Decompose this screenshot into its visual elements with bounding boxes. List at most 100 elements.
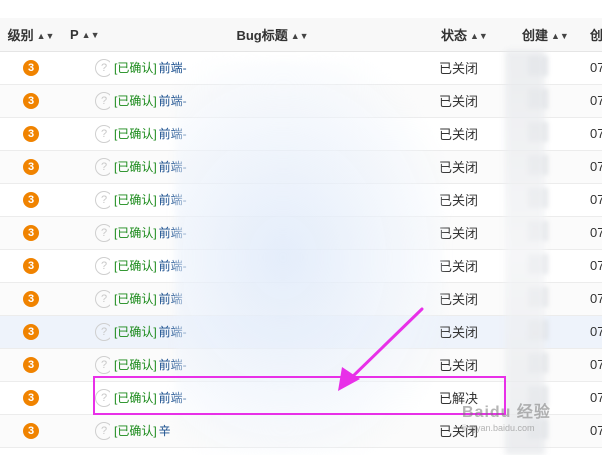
column-header-title-label: Bug标题 [236, 27, 288, 43]
status-cell: 已关闭 [435, 183, 516, 217]
table-row[interactable]: 3?[已确认]辛已关闭07-28 [0, 414, 602, 448]
column-header-status[interactable]: 状态 ▲▼ [435, 18, 516, 52]
sort-arrows-icon[interactable]: ▲▼ [82, 30, 100, 40]
creator-redacted [528, 419, 548, 439]
bug-title-link[interactable]: 前端- [159, 391, 187, 405]
table-row[interactable]: 3?[已确认]前端-已关闭07-31 [0, 117, 602, 151]
column-header-date[interactable]: 创建日 [584, 18, 602, 52]
level-cell: 3 [0, 117, 62, 151]
creator-redacted [528, 89, 548, 109]
title-cell[interactable]: [已确认] 前端- [110, 117, 435, 151]
level-cell: 3 [0, 381, 62, 415]
creator-cell [516, 51, 584, 85]
creator-redacted [528, 353, 548, 373]
column-header-level[interactable]: 级别 ▲▼ [0, 18, 62, 52]
question-icon: ? [95, 388, 110, 407]
question-icon: ? [95, 58, 110, 77]
creator-cell [516, 381, 584, 415]
column-header-title[interactable]: Bug标题 ▲▼ [110, 18, 435, 52]
question-icon: ? [95, 124, 110, 143]
bug-title-link[interactable]: 前端- [159, 259, 187, 273]
title-cell[interactable]: [已确认] 前端- [110, 348, 435, 382]
creator-cell [516, 117, 584, 151]
title-cell[interactable]: [已确认] 前端- [110, 150, 435, 184]
bug-title-link[interactable]: 前端- [159, 127, 187, 141]
table-row[interactable]: 3?[已确认]前端-已关闭07-31 [0, 150, 602, 184]
level-cell: 3 [0, 84, 62, 118]
column-header-date-label: 创建日 [590, 27, 602, 43]
level-cell: 3 [0, 249, 62, 283]
table-row[interactable]: 3?[已确认]前端-已关闭07-28 [0, 249, 602, 283]
level-cell: 3 [0, 183, 62, 217]
title-cell[interactable]: [已确认] 前端- [110, 84, 435, 118]
table-row[interactable]: 3?[已确认]前端-已关闭07-28 [0, 315, 602, 349]
status-cell: 已关闭 [435, 51, 516, 85]
bug-title-link[interactable]: 辛 [159, 424, 171, 438]
title-cell[interactable]: [已确认] 辛 [110, 414, 435, 448]
bug-title-link[interactable]: 前端- [159, 193, 187, 207]
title-cell[interactable]: [已确认] 前端- [110, 183, 435, 217]
creator-cell [516, 414, 584, 448]
column-header-creator-label: 创建 [522, 27, 549, 43]
column-header-priority[interactable]: P ▲▼ [62, 18, 110, 52]
date-cell: 07-31 [584, 51, 602, 85]
severity-badge: 3 [23, 357, 39, 373]
table-row[interactable]: 3?[已确认]前端已关闭07-28 [0, 282, 602, 316]
confirm-tag: [已确认] [114, 127, 157, 141]
table-header-row: 级别▲▼ P▲▼ Bug标题▲▼ 状态▲▼ 创建▲▼ 创建日 [0, 18, 602, 52]
severity-badge: 3 [23, 93, 39, 109]
priority-cell: ? [62, 183, 110, 217]
priority-cell: ? [62, 249, 110, 283]
table-row[interactable]: 3?[已确认]前端-已关闭07-28 [0, 183, 602, 217]
creator-redacted [528, 386, 548, 406]
confirm-tag: [已确认] [114, 193, 157, 207]
title-cell[interactable]: [已确认] 前端 [110, 282, 435, 316]
creator-redacted [528, 254, 548, 274]
confirm-tag: [已确认] [114, 292, 157, 306]
creator-cell [516, 315, 584, 349]
level-cell: 3 [0, 51, 62, 85]
date-cell: 07-28 [584, 414, 602, 448]
bug-title-link[interactable]: 前端- [159, 358, 187, 372]
table-row[interactable]: 3?[已确认]前端-已关闭07-28 [0, 348, 602, 382]
priority-cell: ? [62, 51, 110, 85]
priority-cell: ? [62, 84, 110, 118]
priority-cell: ? [62, 216, 110, 250]
title-cell[interactable]: [已确认] 前端- [110, 249, 435, 283]
bug-title-link[interactable]: 前端- [159, 325, 187, 339]
level-cell: 3 [0, 348, 62, 382]
title-cell[interactable]: [已确认] 前端- [110, 51, 435, 85]
column-header-creator[interactable]: 创建 ▲▼ [516, 18, 584, 52]
priority-cell: ? [62, 315, 110, 349]
confirm-tag: [已确认] [114, 424, 157, 438]
status-cell: 已关闭 [435, 216, 516, 250]
date-cell: 07-31 [584, 84, 602, 118]
severity-badge: 3 [23, 258, 39, 274]
bug-title-link[interactable]: 前端- [159, 226, 187, 240]
table-row[interactable]: 3?[已确认]前端-已关闭07-31 [0, 84, 602, 118]
creator-redacted [528, 221, 548, 241]
sort-arrows-icon[interactable]: ▲▼ [470, 31, 488, 41]
bug-title-link[interactable]: 前端 [159, 292, 183, 306]
sort-arrows-icon[interactable]: ▲▼ [551, 31, 569, 41]
bug-title-link[interactable]: 前端- [159, 160, 187, 174]
severity-badge: 3 [23, 225, 39, 241]
column-header-status-label: 状态 [441, 27, 468, 43]
sort-arrows-icon[interactable]: ▲▼ [291, 31, 309, 41]
confirm-tag: [已确认] [114, 259, 157, 273]
date-cell: 07-31 [584, 150, 602, 184]
table-row[interactable]: 3?[已确认]前端-已关闭07-28 [0, 216, 602, 250]
status-cell: 已关闭 [435, 315, 516, 349]
level-cell: 3 [0, 315, 62, 349]
title-cell[interactable]: [已确认] 前端- [110, 381, 435, 415]
severity-badge: 3 [23, 291, 39, 307]
severity-badge: 3 [23, 126, 39, 142]
sort-arrows-icon[interactable]: ▲▼ [37, 31, 55, 41]
date-cell: 07-28 [584, 381, 602, 415]
table-row[interactable]: 3?[已确认]前端-已关闭 07-31 [0, 51, 602, 85]
table-row[interactable]: 3?[已确认]前端-已解决07-28 [0, 381, 602, 415]
title-cell[interactable]: [已确认] 前端- [110, 216, 435, 250]
bug-title-link[interactable]: 前端- [159, 94, 187, 108]
title-cell[interactable]: [已确认] 前端- [110, 315, 435, 349]
bug-title-link[interactable]: 前端- [159, 61, 187, 75]
